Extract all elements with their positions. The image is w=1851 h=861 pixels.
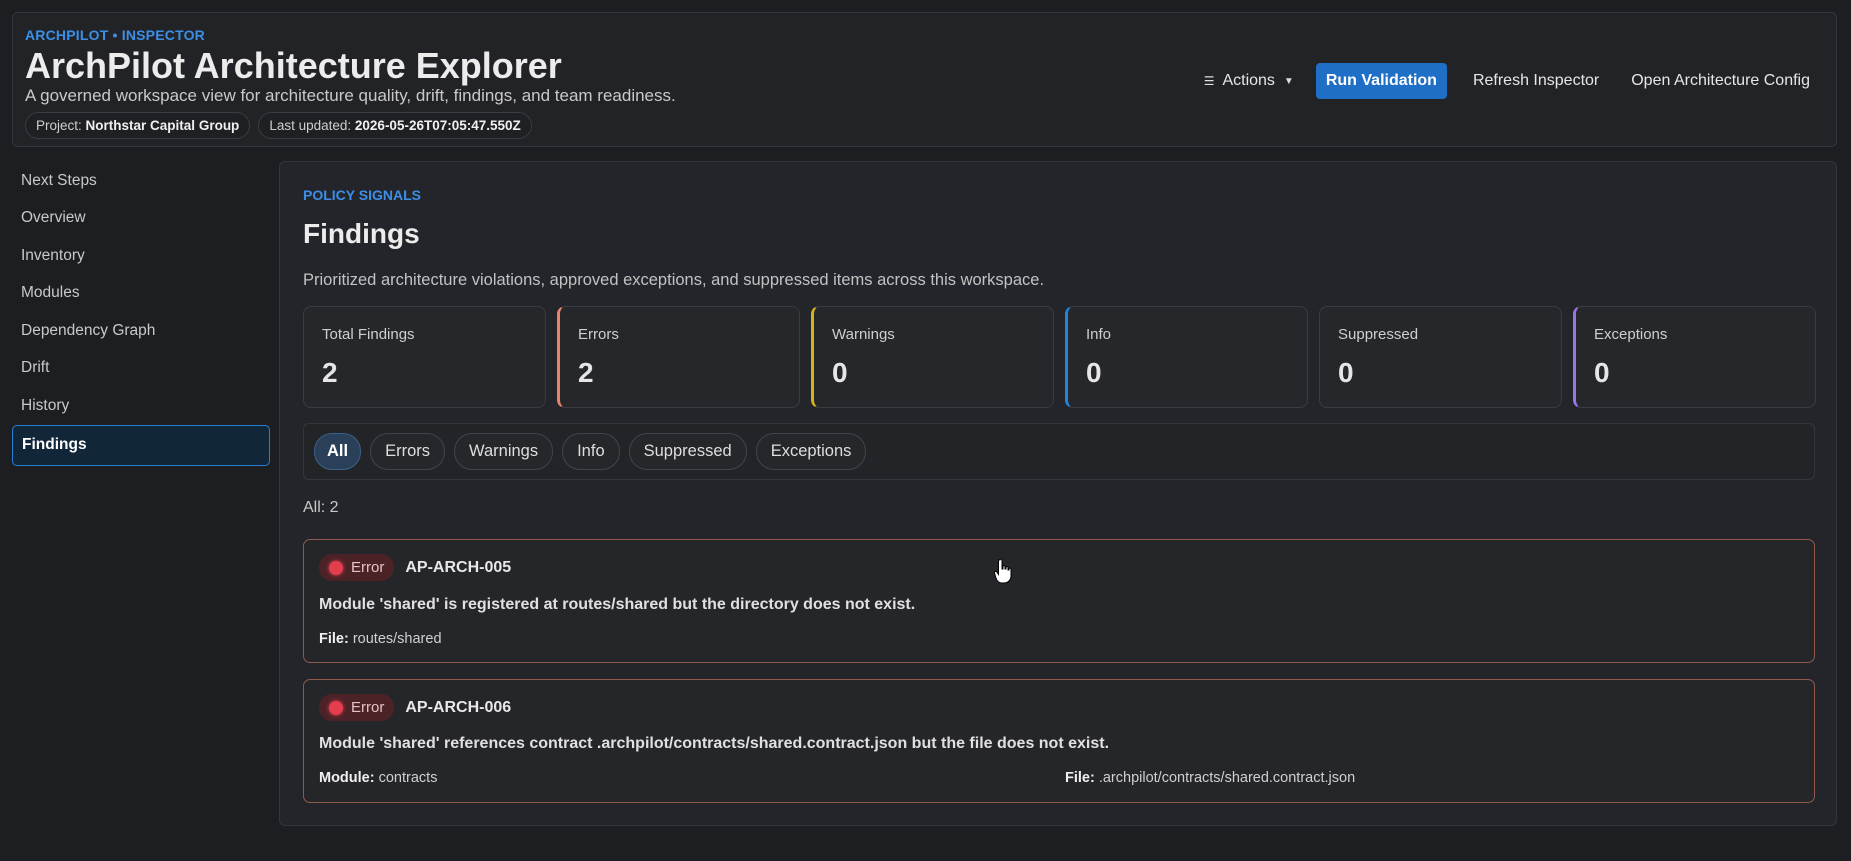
meta-pills: Project: Northstar Capital Group Last up… [25,112,532,139]
sidebar-item-next-steps[interactable]: Next Steps [12,162,270,200]
filter-chip-warnings[interactable]: Warnings [454,433,554,470]
sidebar-item-overview[interactable]: Overview [12,200,270,238]
open-architecture-config-button[interactable]: Open Architecture Config [1619,63,1822,99]
module-label: Module: [319,770,375,786]
finding-file: File: routes/shared [319,631,442,647]
file-label: File: [319,631,349,647]
error-dot-icon [329,560,343,575]
stat-card-info: Info 0 [1065,306,1308,408]
section-eyebrow: POLICY SIGNALS [303,187,421,203]
app-title: ArchPilot Architecture Explorer [25,45,562,86]
severity-badge: Error [319,554,395,581]
sidebar-item-history[interactable]: History [12,387,270,425]
stat-label: Total Findings [322,326,415,343]
stat-value: 2 [322,357,338,388]
finding-message: Module 'shared' references contract .arc… [319,735,1110,752]
app-eyebrow: ARCHPILOT • INSPECTOR [25,27,205,43]
section-description: Prioritized architecture violations, app… [303,271,1045,289]
stat-card-warnings: Warnings 0 [811,306,1054,408]
run-validation-button[interactable]: Run Validation [1315,63,1447,99]
results-count: All: 2 [303,499,339,516]
page-title: Findings [303,218,420,249]
stat-value: 2 [578,357,594,388]
stat-label: Errors [578,326,619,343]
sidebar-item-dependency-graph[interactable]: Dependency Graph [12,312,270,350]
filter-chip-all[interactable]: All [314,433,362,470]
sidebar-item-findings[interactable]: Findings [12,424,270,466]
finding-message: Module 'shared' is registered at routes/… [319,596,916,613]
last-updated-label: Last updated: [269,118,352,133]
stat-card-total-findings: Total Findings 2 [303,306,546,408]
file-label: File: [1065,770,1095,786]
severity-label: Error [351,699,385,716]
project-pill: Project: Northstar Capital Group [25,112,251,139]
project-label: Project: [36,118,82,133]
findings-panel: POLICY SIGNALS Findings Prioritized arch… [279,161,1837,826]
refresh-inspector-button[interactable]: Refresh Inspector [1461,63,1611,99]
hand-pointer-icon [994,558,1012,584]
stat-label: Warnings [832,326,895,343]
stat-value: 0 [832,357,848,388]
stat-label: Exceptions [1594,326,1668,343]
rule-id: AP-ARCH-006 [405,698,512,716]
stats-row: Total Findings 2 Errors 2 Warnings 0 Inf… [303,306,1816,408]
finding-header: Error AP-ARCH-006 [319,694,511,721]
file-value: routes/shared [352,631,442,647]
stat-value: 0 [1594,357,1610,388]
finding-module: Module: contracts [319,770,437,786]
filter-chip-exceptions[interactable]: Exceptions [755,433,867,470]
severity-badge: Error [319,694,395,721]
finding-file: File: .archpilot/contracts/shared.contra… [1065,770,1355,786]
stat-label: Info [1086,326,1112,343]
sidebar-item-modules[interactable]: Modules [12,275,270,313]
project-value: Northstar Capital Group [85,118,240,133]
severity-label: Error [351,559,385,576]
header-actions: ☰ Actions ▼ Run Validation Refresh Inspe… [1192,63,1822,99]
app-subtitle: A governed workspace view for architectu… [25,86,676,105]
stat-card-errors: Errors 2 [557,306,800,408]
file-value: .archpilot/contracts/shared.contract.jso… [1098,770,1356,786]
filter-chip-info[interactable]: Info [562,433,620,470]
error-dot-icon [329,700,343,715]
finding-card[interactable]: Error AP-ARCH-006 Module 'shared' refere… [303,679,1815,803]
filter-chip-suppressed[interactable]: Suppressed [628,433,747,470]
finding-card[interactable]: Error AP-ARCH-005 Module 'shared' is reg… [303,539,1815,663]
stat-value: 0 [1086,357,1102,388]
sidebar-item-inventory[interactable]: Inventory [12,237,270,275]
sidebar-item-drift[interactable]: Drift [12,350,270,388]
rule-id: AP-ARCH-005 [405,558,512,576]
actions-label: Actions [1222,72,1275,89]
stat-label: Suppressed [1338,326,1419,343]
filter-lines-icon: ☰ [1203,74,1215,88]
last-updated-pill: Last updated: 2026-05-26T07:05:47.550Z [258,112,532,139]
finding-header: Error AP-ARCH-005 [319,554,511,581]
last-updated-value: 2026-05-26T07:05:47.550Z [354,118,521,133]
app-header: ARCHPILOT • INSPECTOR ArchPilot Architec… [12,12,1837,147]
actions-dropdown[interactable]: ☰ Actions ▼ [1192,64,1306,98]
filter-chip-errors[interactable]: Errors [370,433,446,470]
stat-value: 0 [1338,357,1354,388]
sidebar-nav: Next Steps Overview Inventory Modules De… [12,162,270,466]
stat-card-exceptions: Exceptions 0 [1573,306,1816,408]
stat-card-suppressed: Suppressed 0 [1319,306,1562,408]
module-value: contracts [378,770,438,786]
filter-bar: All Errors Warnings Info Suppressed Exce… [303,423,1815,480]
chevron-down-icon: ▼ [1283,75,1294,87]
